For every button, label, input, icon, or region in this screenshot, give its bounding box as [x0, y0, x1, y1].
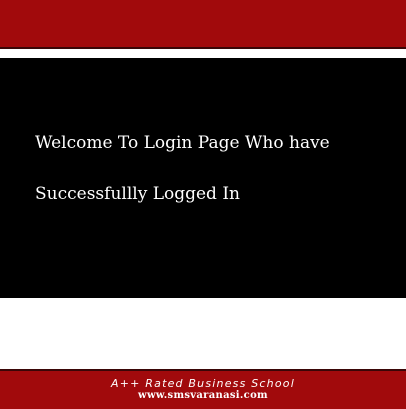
welcome-panel: Welcome To Login Page Who have Successfu… [0, 58, 406, 298]
welcome-message: Welcome To Login Page Who have Successfu… [35, 118, 395, 220]
welcome-message-line-1: Welcome To Login Page Who have [35, 133, 330, 153]
footer-website-link[interactable]: www.smsvaranasi.com [0, 390, 406, 402]
footer-banner: A++ Rated Business School www.smsvaranas… [0, 369, 406, 409]
header-banner [0, 0, 406, 49]
footer-tagline: A++ Rated Business School [111, 377, 295, 390]
login-success-page: Welcome To Login Page Who have Successfu… [0, 0, 406, 409]
welcome-message-line-2: Successfullly Logged In [35, 184, 241, 204]
